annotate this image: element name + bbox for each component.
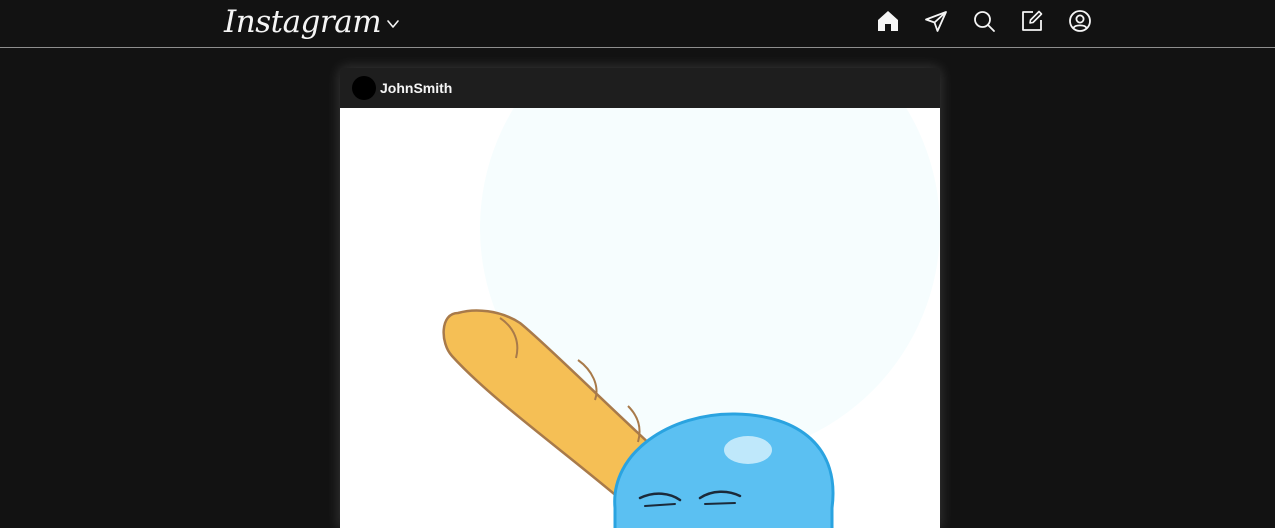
new-post-icon — [1022, 10, 1043, 31]
home-button[interactable] — [876, 9, 900, 33]
avatar[interactable] — [352, 76, 376, 100]
profile-icon — [1069, 10, 1091, 32]
main-nav — [876, 9, 1092, 33]
post-header: JohnSmith — [340, 68, 940, 108]
right-eye-line — [704, 502, 736, 505]
send-icon — [925, 11, 947, 32]
home-icon — [878, 11, 898, 31]
post-card: JohnSmith — [340, 68, 940, 528]
direct-messages-button[interactable] — [924, 9, 948, 33]
chevron-down-icon — [387, 20, 399, 28]
instagram-logo: Instagram — [224, 4, 382, 40]
top-navigation-bar: Instagram — [0, 0, 1275, 48]
search-button[interactable] — [972, 9, 996, 33]
post-username[interactable]: JohnSmith — [380, 80, 452, 96]
post-illustration — [442, 108, 940, 528]
search-icon — [974, 11, 995, 32]
post-image[interactable] — [340, 108, 940, 528]
new-post-button[interactable] — [1020, 9, 1044, 33]
instagram-logo-switcher[interactable]: Instagram — [224, 2, 400, 42]
blob-highlight — [724, 436, 772, 464]
profile-button[interactable] — [1068, 9, 1092, 33]
